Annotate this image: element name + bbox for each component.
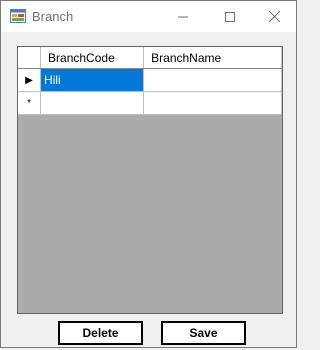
- row-header-new[interactable]: *: [18, 91, 42, 115]
- cell-branchcode[interactable]: [40, 91, 145, 115]
- window-title: Branch: [32, 9, 74, 24]
- cell-branchcode[interactable]: Hili: [40, 68, 145, 92]
- save-button[interactable]: Save: [161, 321, 246, 345]
- row-header-current[interactable]: ▶: [18, 68, 42, 92]
- branch-data-grid[interactable]: BranchCode BranchName ▶ Hili *: [17, 46, 283, 314]
- cell-branchname[interactable]: [143, 68, 282, 92]
- maximize-icon: [225, 11, 235, 22]
- close-icon: [268, 11, 280, 22]
- maximize-button[interactable]: [208, 1, 252, 32]
- new-row-asterisk-icon: *: [27, 97, 31, 109]
- cell-branchname[interactable]: [143, 91, 282, 115]
- branch-window: Branch BranchCode BranchName ▶ Hili * De…: [0, 0, 297, 348]
- minimize-icon: [178, 16, 188, 17]
- form-icon: [10, 9, 26, 23]
- title-bar[interactable]: Branch: [1, 1, 296, 32]
- grid-corner-header[interactable]: [18, 47, 42, 69]
- column-header-branchname[interactable]: BranchName: [143, 47, 282, 69]
- table-row[interactable]: ▶ Hili: [18, 68, 282, 92]
- minimize-button[interactable]: [161, 1, 205, 32]
- close-button[interactable]: [252, 1, 296, 32]
- current-row-arrow-icon: ▶: [25, 74, 33, 86]
- table-row-new[interactable]: *: [18, 91, 282, 115]
- delete-button[interactable]: Delete: [58, 321, 143, 345]
- grid-header-row: BranchCode BranchName: [18, 47, 282, 69]
- column-header-branchcode[interactable]: BranchCode: [40, 47, 145, 69]
